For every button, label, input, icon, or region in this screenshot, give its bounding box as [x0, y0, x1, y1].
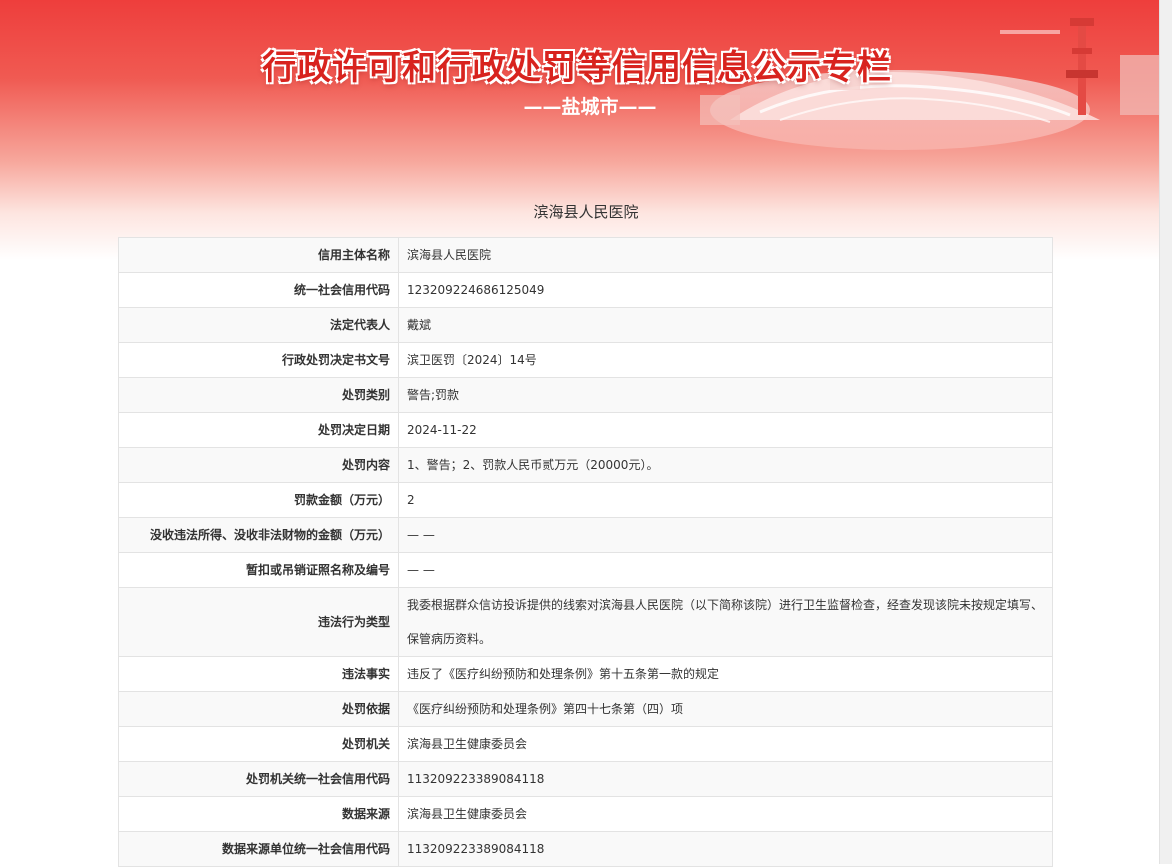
table-row: 处罚决定日期 2024-11-22	[118, 412, 1053, 448]
row-label: 处罚类别	[118, 377, 399, 413]
table-row: 没收违法所得、没收非法财物的金额（万元） — —	[118, 517, 1053, 553]
row-label: 暂扣或吊销证照名称及编号	[118, 552, 399, 588]
row-label: 法定代表人	[118, 307, 399, 343]
table-row: 处罚内容 1、警告；2、罚款人民币贰万元（20000元）。	[118, 447, 1053, 483]
row-value: 《医疗纠纷预防和处理条例》第四十七条第（四）项	[398, 691, 1053, 727]
row-value: 123209224686125049	[398, 272, 1053, 308]
row-label: 罚款金额（万元）	[118, 482, 399, 518]
table-row: 统一社会信用代码 123209224686125049	[118, 272, 1053, 308]
table-row: 处罚机关 滨海县卫生健康委员会	[118, 726, 1053, 762]
banner-subtitle: ——盐城市——	[523, 96, 657, 118]
row-value: 滨海县卫生健康委员会	[398, 796, 1053, 832]
table-row: 违法事实 违反了《医疗纠纷预防和处理条例》第十五条第一款的规定	[118, 656, 1053, 692]
row-value: 113209223389084118	[398, 761, 1053, 797]
row-label: 信用主体名称	[118, 237, 399, 273]
row-label: 处罚机关统一社会信用代码	[118, 761, 399, 797]
credit-info-table: 信用主体名称 滨海县人民医院 统一社会信用代码 1232092246861250…	[118, 237, 1053, 867]
row-label: 数据来源	[118, 796, 399, 832]
row-value: 警告;罚款	[398, 377, 1053, 413]
row-label: 违法行为类型	[118, 587, 399, 657]
row-label: 处罚机关	[118, 726, 399, 762]
banner-title: 行政许可和行政处罚等信用信息公示专栏	[262, 48, 892, 88]
table-row: 罚款金额（万元） 2	[118, 482, 1053, 518]
row-label: 处罚内容	[118, 447, 399, 483]
entity-title: 滨海县人民医院	[533, 203, 639, 221]
row-label: 统一社会信用代码	[118, 272, 399, 308]
table-row: 数据来源单位统一社会信用代码 113209223389084118	[118, 831, 1053, 867]
table-row: 处罚类别 警告;罚款	[118, 377, 1053, 413]
row-value: 113209223389084118	[398, 831, 1053, 867]
table-row: 处罚机关统一社会信用代码 113209223389084118	[118, 761, 1053, 797]
row-value: 2	[398, 482, 1053, 518]
table-row: 违法行为类型 我委根据群众信访投诉提供的线索对滨海县人民医院（以下简称该院）进行…	[118, 587, 1053, 657]
table-row: 行政处罚决定书文号 滨卫医罚〔2024〕14号	[118, 342, 1053, 378]
table-row: 暂扣或吊销证照名称及编号 — —	[118, 552, 1053, 588]
table-row: 法定代表人 戴斌	[118, 307, 1053, 343]
row-label: 数据来源单位统一社会信用代码	[118, 831, 399, 867]
table-row: 数据来源 滨海县卫生健康委员会	[118, 796, 1053, 832]
row-value: 1、警告；2、罚款人民币贰万元（20000元）。	[398, 447, 1053, 483]
row-value: 滨海县卫生健康委员会	[398, 726, 1053, 762]
table-row: 信用主体名称 滨海县人民医院	[118, 237, 1053, 273]
row-value: 违反了《医疗纠纷预防和处理条例》第十五条第一款的规定	[398, 656, 1053, 692]
row-label: 没收违法所得、没收非法财物的金额（万元）	[118, 517, 399, 553]
row-label: 行政处罚决定书文号	[118, 342, 399, 378]
row-label: 处罚决定日期	[118, 412, 399, 448]
page-scrollbar[interactable]	[1159, 0, 1172, 864]
row-value: 2024-11-22	[398, 412, 1053, 448]
row-value: 我委根据群众信访投诉提供的线索对滨海县人民医院（以下简称该院）进行卫生监督检查，…	[398, 587, 1053, 657]
row-label: 违法事实	[118, 656, 399, 692]
row-value: — —	[398, 517, 1053, 553]
table-row: 处罚依据 《医疗纠纷预防和处理条例》第四十七条第（四）项	[118, 691, 1053, 727]
row-label: 处罚依据	[118, 691, 399, 727]
row-value: 滨海县人民医院	[398, 237, 1053, 273]
row-value: 滨卫医罚〔2024〕14号	[398, 342, 1053, 378]
row-value: 戴斌	[398, 307, 1053, 343]
row-value: — —	[398, 552, 1053, 588]
